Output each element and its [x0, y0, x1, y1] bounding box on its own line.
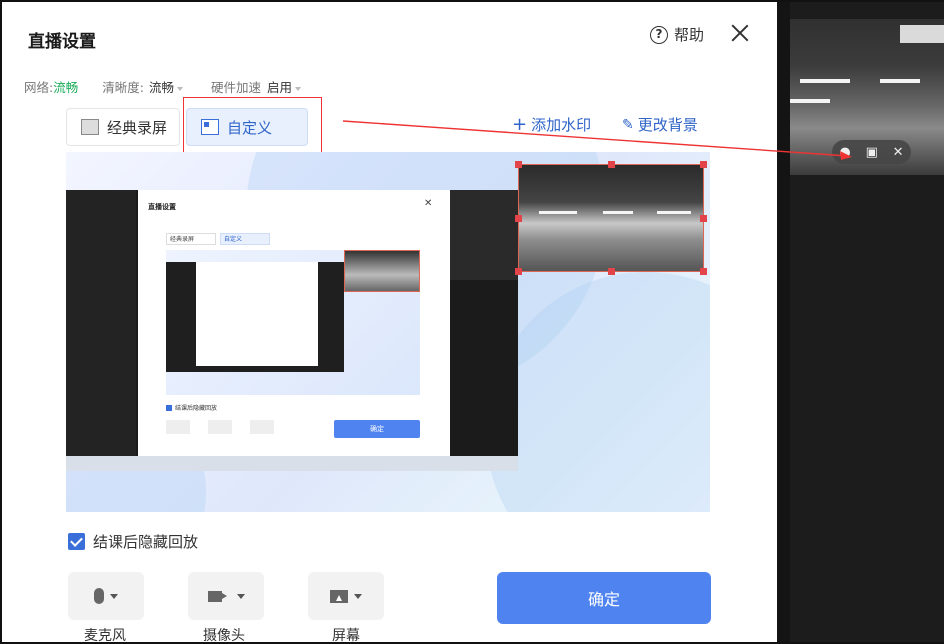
confirm-button[interactable]: 确定 [497, 572, 711, 624]
inner-confirm-button: 确定 [334, 420, 420, 438]
camera-label: 摄像头 [203, 628, 245, 644]
screenshot: 直播设置 ? 帮助 网络: 流畅 清晰度: 流畅 硬件加速 启用 经典录屏 自定… [0, 0, 944, 644]
close-icon[interactable] [727, 20, 753, 46]
clarity-dropdown[interactable]: 流畅 [149, 77, 183, 96]
ceiling-light [657, 211, 691, 214]
chevron-down-icon [236, 593, 245, 599]
ceiling-light [790, 99, 830, 103]
resize-handle[interactable] [700, 268, 707, 275]
camera-controls-pill[interactable]: ● ▣ ✕ [832, 140, 911, 164]
inner-taskbar [66, 456, 518, 471]
plus-icon: + [512, 113, 528, 135]
resize-handle[interactable] [700, 161, 707, 168]
hw-accel-value: 启用 [266, 80, 292, 95]
help-button[interactable]: ? 帮助 [650, 24, 704, 45]
inner-dialog-preview: 直播设置 ✕ 经典录屏 自定义 结课后隐藏回放 确定 [138, 190, 450, 456]
pip-icon[interactable]: ▣ [866, 145, 878, 160]
inner-preview-area [166, 250, 420, 395]
add-watermark-button[interactable]: + 添加水印 [512, 114, 591, 135]
hw-accel-dropdown[interactable]: 启用 [267, 77, 301, 96]
close-icon[interactable]: ✕ [893, 145, 904, 160]
ceiling-light [603, 211, 633, 214]
camera-icon [207, 590, 227, 602]
inner-side-panel [66, 190, 136, 471]
add-watermark-label: 添加水印 [531, 116, 592, 134]
inner-close-icon: ✕ [424, 198, 433, 209]
microphone-button[interactable] [68, 572, 144, 620]
hw-accel-label: 硬件加速 [210, 80, 261, 95]
resize-handle[interactable] [608, 161, 615, 168]
chevron-down-icon [176, 86, 183, 91]
inner-tab-classic: 经典录屏 [166, 233, 216, 245]
ceiling-light [539, 211, 577, 214]
live-settings-dialog: 直播设置 ? 帮助 网络: 流畅 清晰度: 流畅 硬件加速 启用 经典录屏 自定… [2, 2, 777, 644]
microphone-icon[interactable]: ● [839, 145, 850, 160]
question-circle-icon: ? [650, 25, 668, 44]
inner-device-buttons [166, 420, 286, 434]
hide-playback-checkbox-row[interactable]: 结课后隐藏回放 [68, 531, 198, 552]
tab-classic-recording[interactable]: 经典录屏 [66, 108, 180, 146]
layout-preview[interactable]: 直播设置 ✕ 经典录屏 自定义 结课后隐藏回放 确定 [66, 152, 710, 512]
screen-capture-area[interactable]: 直播设置 ✕ 经典录屏 自定义 结课后隐藏回放 确定 [66, 190, 518, 471]
change-background-label: 更改背景 [637, 116, 698, 134]
ceiling-light [800, 79, 850, 83]
microphone-icon [94, 588, 104, 604]
camera-button[interactable] [188, 572, 264, 620]
camera-side-panel: ● ▣ ✕ [777, 2, 944, 642]
screen-label: 屏幕 [332, 628, 360, 644]
inner-nested-screen [166, 262, 344, 372]
dialog-title: 直播设置 [28, 32, 96, 52]
resize-handle[interactable] [515, 161, 522, 168]
clarity-value: 流畅 [148, 80, 174, 95]
change-background-button[interactable]: ✎ 更改背景 [622, 114, 698, 135]
chevron-down-icon [110, 593, 118, 599]
resize-handle[interactable] [700, 215, 707, 222]
classic-screen-icon [81, 119, 99, 135]
network-value: 流畅 [53, 80, 79, 95]
clarity-label: 清晰度: [102, 80, 144, 95]
status-line: 网络: 流畅 清晰度: 流畅 硬件加速 启用 [24, 77, 301, 96]
inner-hide-playback: 结课后隐藏回放 [166, 403, 217, 412]
microphone-label: 麦克风 [84, 628, 126, 644]
inner-confirm-label: 确定 [370, 425, 384, 433]
inner-nested-dialog [196, 262, 318, 366]
hide-playback-label: 结课后隐藏回放 [93, 533, 199, 551]
chevron-down-icon [354, 593, 362, 599]
panel-divider [777, 2, 790, 642]
chevron-down-icon [295, 86, 301, 91]
inner-dialog-title: 直播设置 [148, 203, 176, 211]
network-label: 网络: [24, 80, 54, 95]
checkbox-checked-icon[interactable] [68, 533, 85, 550]
ceiling-light [880, 79, 920, 83]
help-label: 帮助 [674, 26, 705, 44]
camera-overlay[interactable] [515, 161, 707, 275]
resize-handle[interactable] [515, 215, 522, 222]
inner-tab-custom: 自定义 [220, 233, 270, 245]
inner-nested-camera [344, 250, 420, 292]
inner-tab-classic-label: 经典录屏 [170, 236, 195, 243]
tab-classic-label: 经典录屏 [107, 118, 168, 137]
inner-hide-playback-label: 结课后隐藏回放 [175, 405, 218, 412]
screen-icon [330, 589, 348, 603]
wall-sign [900, 25, 944, 43]
pencil-icon: ✎ [622, 116, 634, 133]
resize-handle[interactable] [515, 268, 522, 275]
inner-right-panel [450, 190, 518, 280]
annotation-highlight-box [183, 97, 322, 154]
screen-button[interactable] [308, 572, 384, 620]
resize-handle[interactable] [608, 268, 615, 275]
camera-thumbnail[interactable]: ● ▣ ✕ [790, 19, 944, 175]
inner-tab-custom-label: 自定义 [224, 236, 243, 243]
